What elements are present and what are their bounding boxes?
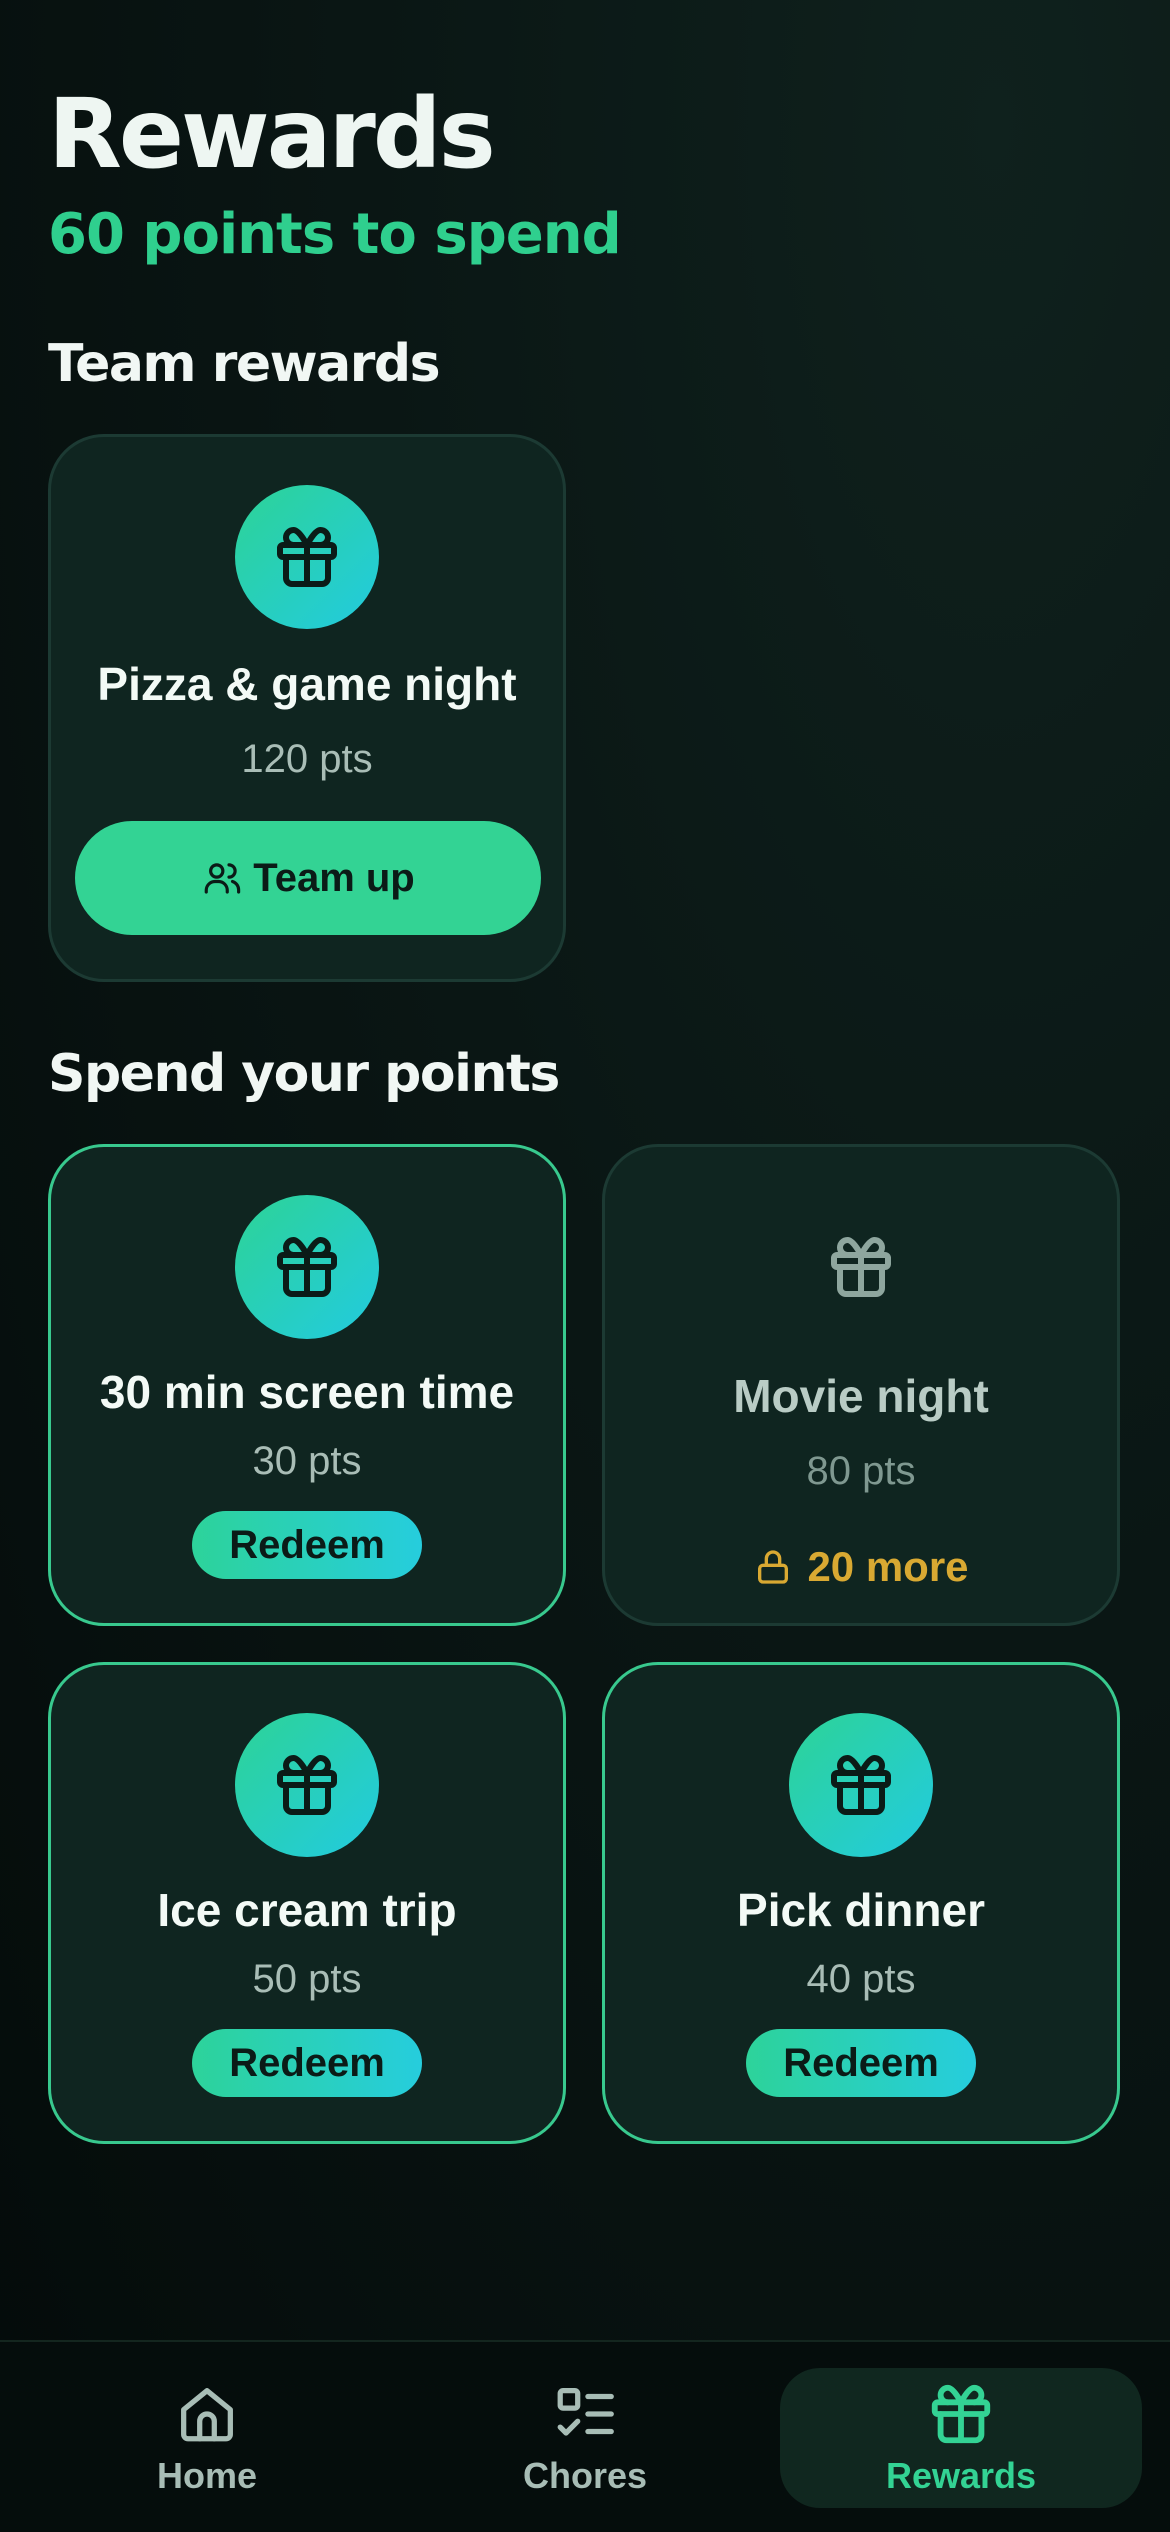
gift-icon (789, 1713, 933, 1857)
gift-icon (235, 1195, 379, 1339)
bottom-tab-bar: Home Chores Rewards (0, 2340, 1170, 2532)
tab-home[interactable]: Home (26, 2368, 388, 2508)
reward-points: 120 pts (241, 737, 373, 781)
redeem-button[interactable]: Redeem (192, 2029, 422, 2097)
home-icon (172, 2379, 242, 2449)
team-reward-card: Pizza & game night 120 pts Team up (48, 434, 566, 982)
rewards-screen: Rewards 60 points to spend Team rewards … (0, 0, 1170, 2532)
team-rewards-heading: Team rewards (48, 334, 441, 394)
points-balance: 60 points to spend (48, 202, 622, 267)
reward-name: Ice cream trip (157, 1884, 457, 1936)
page-title: Rewards (48, 78, 496, 190)
tab-chores[interactable]: Chores (404, 2368, 766, 2508)
checklist-icon (550, 2379, 620, 2449)
spend-points-heading: Spend your points (48, 1044, 560, 1104)
reward-points: 80 pts (806, 1449, 916, 1493)
gift-icon (235, 485, 379, 629)
reward-card-movie-night: Movie night 80 pts 20 more (602, 1144, 1120, 1626)
reward-name: 30 min screen time (99, 1366, 515, 1418)
gift-icon (926, 2379, 996, 2449)
team-up-button[interactable]: Team up (75, 821, 541, 935)
points-needed: 20 more (605, 1543, 1117, 1591)
reward-card-pick-dinner: Pick dinner 40 pts Redeem (602, 1662, 1120, 2144)
reward-points: 50 pts (252, 1957, 362, 2001)
gift-icon (789, 1195, 933, 1339)
points-needed-label: 20 more (807, 1543, 969, 1590)
reward-name: Movie night (733, 1370, 989, 1422)
tab-rewards[interactable]: Rewards (780, 2368, 1142, 2508)
reward-card-screen-time: 30 min screen time 30 pts Redeem (48, 1144, 566, 1626)
tab-home-label: Home (156, 2455, 258, 2496)
lock-icon (753, 1547, 793, 1587)
reward-name: Pick dinner (737, 1884, 985, 1936)
redeem-button[interactable]: Redeem (192, 1511, 422, 1579)
reward-points: 30 pts (252, 1439, 362, 1483)
team-up-label: Team up (253, 855, 415, 900)
tab-chores-label: Chores (522, 2455, 648, 2496)
users-icon (201, 857, 243, 899)
reward-name: Pizza & game night (97, 658, 517, 710)
redeem-button[interactable]: Redeem (746, 2029, 976, 2097)
tab-rewards-label: Rewards (885, 2455, 1037, 2496)
reward-card-ice-cream: Ice cream trip 50 pts Redeem (48, 1662, 566, 2144)
gift-icon (235, 1713, 379, 1857)
reward-points: 40 pts (806, 1957, 916, 2001)
